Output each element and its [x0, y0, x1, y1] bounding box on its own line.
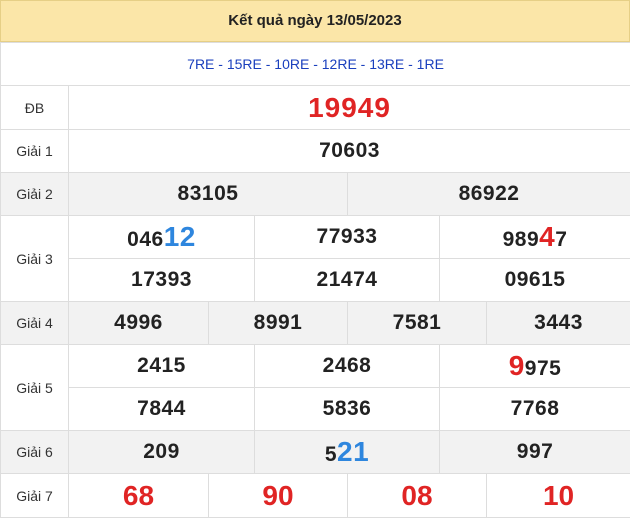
- result-table: 7RE - 15RE - 10RE - 12RE - 13RE - 1RE ĐB…: [0, 42, 630, 518]
- prize-label-g6: Giải 6: [0, 430, 69, 474]
- highlighted-digits: 12: [163, 221, 196, 252]
- prize-number: 997: [438, 430, 630, 474]
- prize-number: 10: [485, 473, 630, 518]
- number-part: 046: [127, 228, 164, 251]
- prize-number: 04612: [68, 215, 255, 259]
- prize-number: 21474: [254, 258, 440, 302]
- prize-label-g7: Giải 7: [0, 473, 69, 518]
- prize-row-g3-a: Giải 3 04612 77933 98947: [0, 215, 630, 302]
- lottery-result-board: Kết quả ngày 13/05/2023 7RE - 15RE - 10R…: [0, 0, 630, 530]
- prize-number: 70603: [67, 129, 630, 173]
- prize-label-g2: Giải 2: [0, 172, 69, 216]
- prize-number: 521: [254, 430, 440, 474]
- highlighted-digits: 21: [337, 436, 370, 467]
- prize-number: 8991: [208, 301, 348, 345]
- prize-number: 83105: [68, 172, 348, 216]
- number-part: 5: [324, 443, 338, 466]
- prize-row-g5-b: 7844 5836 7768: [1, 387, 630, 431]
- prize-number: 2415: [68, 344, 255, 388]
- number-part: 989: [502, 228, 540, 251]
- prize-number: 7844: [68, 387, 255, 431]
- prize-number: 77933: [254, 215, 440, 259]
- prize-row-g5-a: Giải 5 2415 2468 9975: [0, 344, 630, 431]
- number-part: 975: [524, 357, 562, 380]
- ticket-codes: 7RE - 15RE - 10RE - 12RE - 13RE - 1RE: [0, 42, 630, 86]
- number-part: 7: [555, 228, 568, 251]
- prize-number: 90: [208, 473, 348, 518]
- prize-number: 2468: [254, 344, 440, 388]
- prize-number: 9975: [438, 344, 630, 388]
- prize-label-g5: Giải 5: [0, 344, 69, 431]
- prize-row-g3-b: 17393 21474 09615: [1, 258, 630, 302]
- prize-row-g7: Giải 7 68 90 08 10: [0, 473, 630, 518]
- prize-number: 98947: [438, 215, 630, 259]
- prize-number: 68: [68, 473, 209, 518]
- special-prize-number: 19949: [67, 85, 630, 130]
- prize-number: 4996: [68, 301, 209, 345]
- prize-number: 7768: [438, 387, 630, 431]
- prize-row-db: ĐB 19949: [0, 85, 630, 130]
- prize-number: 7581: [347, 301, 487, 345]
- prize-number: 5836: [254, 387, 440, 431]
- highlighted-digits: 9: [508, 350, 525, 381]
- prize-label-g3: Giải 3: [0, 215, 69, 302]
- prize-row-g2: Giải 2 83105 86922: [0, 172, 630, 216]
- prize-number: 09615: [438, 258, 630, 302]
- highlighted-digits: 4: [539, 221, 556, 252]
- prize-row-g6: Giải 6 209 521 997: [0, 430, 630, 474]
- codes-row: 7RE - 15RE - 10RE - 12RE - 13RE - 1RE: [0, 42, 630, 86]
- prize-label-g4: Giải 4: [0, 301, 69, 345]
- prize-row-g4: Giải 4 4996 8991 7581 3443: [0, 301, 630, 345]
- prize-number: 17393: [68, 258, 255, 302]
- prize-number: 209: [68, 430, 255, 474]
- prize-row-g1: Giải 1 70603: [0, 129, 630, 173]
- prize-number: 08: [347, 473, 487, 518]
- prize-label-g1: Giải 1: [0, 129, 69, 173]
- prize-number: 86922: [346, 172, 630, 216]
- result-date-title: Kết quả ngày 13/05/2023: [0, 0, 630, 42]
- prize-label-db: ĐB: [0, 85, 69, 130]
- prize-number: 3443: [485, 301, 630, 345]
